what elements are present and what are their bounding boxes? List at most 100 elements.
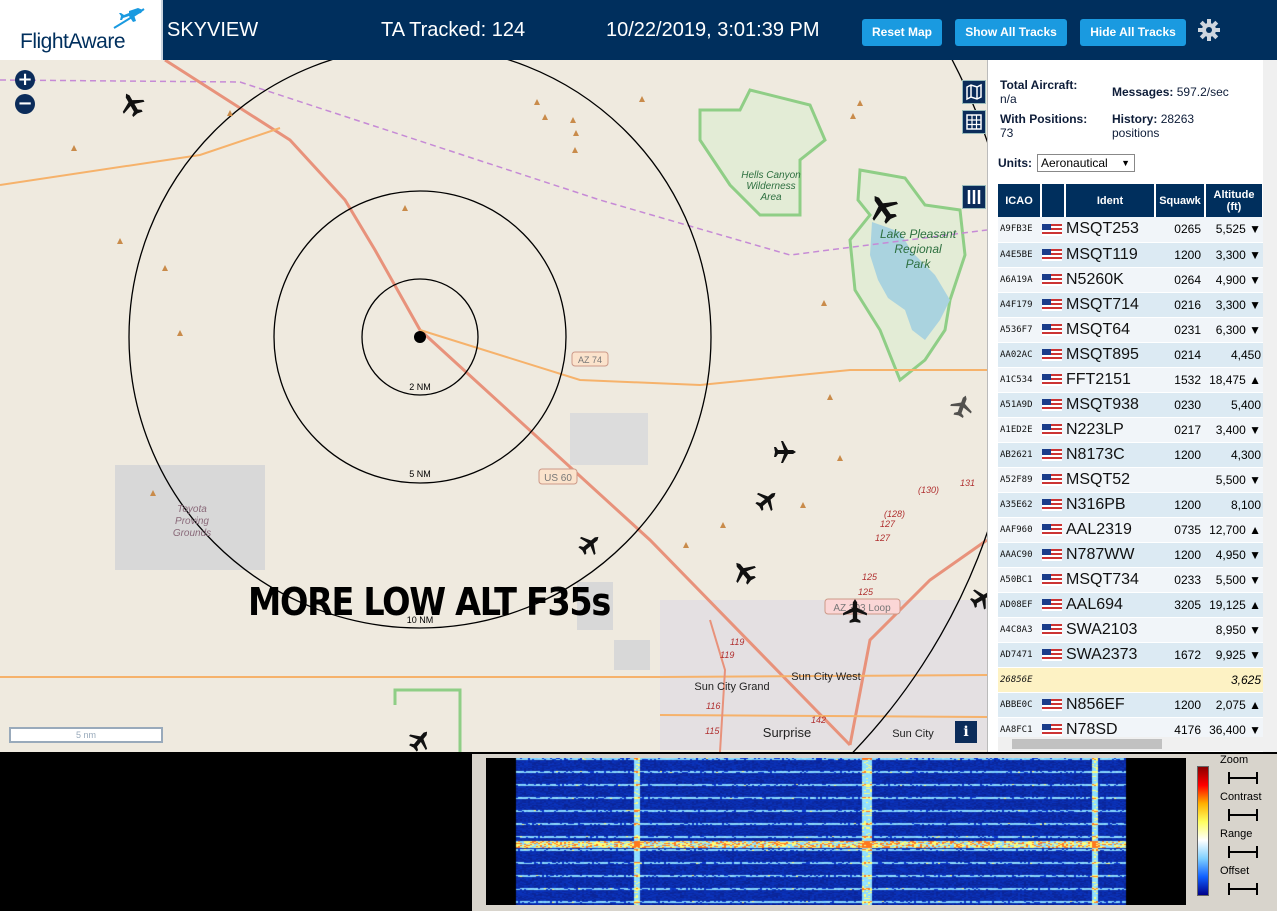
receiver-location <box>414 331 426 343</box>
ident-cell: MSQT64 <box>1065 317 1155 343</box>
flag-cell <box>1041 692 1065 718</box>
zoom-out-button[interactable]: − <box>15 94 35 114</box>
ident-cell <box>1065 667 1155 693</box>
icao-cell: A1ED2E <box>998 417 1041 443</box>
squawk-cell <box>1155 467 1205 493</box>
map-canvas[interactable]: 2 NM 5 NM 10 NM AZ 74 US 60 AZ 303 Loop … <box>0 60 987 752</box>
altitude-cell: 4,450 <box>1205 342 1263 368</box>
svg-text:US 60: US 60 <box>544 473 572 484</box>
squawk-cell: 1200 <box>1155 542 1205 568</box>
col-altitude[interactable]: Altitude (ft) <box>1205 184 1264 217</box>
us-flag-icon <box>1042 599 1062 612</box>
icao-cell: A4E5BE <box>998 242 1041 268</box>
icao-cell: A4C8A3 <box>998 617 1041 643</box>
svg-text:131: 131 <box>960 478 975 488</box>
datetime: 10/22/2019, 3:01:39 PM <box>606 19 820 41</box>
col-flag[interactable] <box>1041 184 1066 217</box>
squawk-cell: 1672 <box>1155 642 1205 668</box>
table-row[interactable]: AD7471 SWA2373 1672 9,925 ▼ <box>998 642 1263 668</box>
aircraft-icon[interactable] <box>947 391 977 421</box>
ident-cell: MSQT938 <box>1065 392 1155 418</box>
altitude-cell: 5,400 <box>1205 392 1263 418</box>
icao-cell: A9FB3E <box>998 217 1041 243</box>
zoom-slider[interactable] <box>1228 772 1258 784</box>
info-button[interactable]: i <box>955 721 977 743</box>
table-row[interactable]: AAF960 AAL2319 0735 12,700 ▲ <box>998 517 1263 543</box>
us-flag-icon <box>1042 224 1062 237</box>
flag-cell <box>1041 492 1065 518</box>
zoom-label: Zoom <box>1220 754 1249 766</box>
aircraft-panel: Total Aircraft: n/a With Positions: 73 Mes… <box>987 60 1277 752</box>
svg-text:Grounds: Grounds <box>173 528 211 539</box>
map-view[interactable]: 2 NM 5 NM 10 NM AZ 74 US 60 AZ 303 Loop … <box>0 60 987 752</box>
ident-cell: MSQT119 <box>1065 242 1155 268</box>
icao-cell: A52F89 <box>998 467 1041 493</box>
ident-cell: MSQT734 <box>1065 567 1155 593</box>
map-layers-icon[interactable] <box>962 80 986 104</box>
units-select[interactable]: Aeronautical ▼ <box>1037 154 1135 172</box>
aircraft-icon[interactable] <box>727 555 761 589</box>
aircraft-icon[interactable] <box>774 441 796 463</box>
icao-cell: 26856E <box>998 667 1041 693</box>
us-flag-icon <box>1042 274 1062 287</box>
urban-area <box>614 640 650 670</box>
table-row[interactable]: A35E62 N316PB 1200 8,100 <box>998 492 1263 518</box>
table-row[interactable]: A51A9D MSQT938 0230 5,400 <box>998 392 1263 418</box>
horizontal-scrollbar[interactable] <box>998 737 1263 751</box>
table-row[interactable]: 26856E 3,625 <box>998 667 1263 693</box>
svg-text:142: 142 <box>811 715 826 725</box>
total-aircraft: Total Aircraft: n/a <box>1000 78 1078 106</box>
table-row[interactable]: AB2621 N8173C 1200 4,300 <box>998 442 1263 468</box>
aircraft-icon[interactable] <box>574 528 606 560</box>
columns-icon[interactable] <box>962 185 986 209</box>
gear-icon[interactable] <box>1197 18 1221 42</box>
table-row[interactable]: ABBE0C N856EF 1200 2,075 ▲ <box>998 692 1263 718</box>
table-row[interactable]: AD08EF AAL694 3205 19,125 ▲ <box>998 592 1263 618</box>
col-ident[interactable]: Ident <box>1065 184 1156 217</box>
show-all-tracks-button[interactable]: Show All Tracks <box>955 19 1067 46</box>
range-label: Range <box>1220 828 1253 840</box>
squawk-cell: 0265 <box>1155 217 1205 243</box>
vertical-scrollbar[interactable] <box>1263 60 1277 752</box>
reset-map-button[interactable]: Reset Map <box>862 19 942 46</box>
us-flag-icon <box>1042 374 1062 387</box>
contrast-slider[interactable] <box>1228 809 1258 821</box>
table-row[interactable]: AA02AC MSQT895 0214 4,450 <box>998 342 1263 368</box>
flightaware-logo[interactable]: FlightAware <box>0 0 163 60</box>
table-row[interactable]: A1ED2E N223LP 0217 3,400 ▼ <box>998 417 1263 443</box>
table-row[interactable]: AAAC90 N787WW 1200 4,950 ▼ <box>998 542 1263 568</box>
table-row[interactable]: A4E5BE MSQT119 1200 3,300 ▼ <box>998 242 1263 268</box>
altitude-cell: 3,300 ▼ <box>1205 292 1263 318</box>
ident-cell: N8173C <box>1065 442 1155 468</box>
range-slider[interactable] <box>1228 846 1258 858</box>
hide-all-tracks-button[interactable]: Hide All Tracks <box>1080 19 1186 46</box>
col-icao[interactable]: ICAO <box>998 184 1042 217</box>
aircraft-icon[interactable] <box>115 87 149 121</box>
zoom-in-button[interactable]: + <box>15 70 35 90</box>
flag-cell <box>1041 417 1065 443</box>
park-boundary <box>393 688 462 752</box>
aircraft-icon[interactable] <box>751 484 783 516</box>
offset-slider[interactable] <box>1228 883 1258 895</box>
table-row[interactable]: A50BC1 MSQT734 0233 5,500 ▼ <box>998 567 1263 593</box>
ident-cell: N856EF <box>1065 692 1155 718</box>
aircraft-icon[interactable] <box>404 724 436 752</box>
icao-cell: A6A19A <box>998 267 1041 293</box>
table-row[interactable]: A536F7 MSQT64 0231 6,300 ▼ <box>998 317 1263 343</box>
flag-cell <box>1041 467 1065 493</box>
svg-text:AZ 74: AZ 74 <box>578 355 602 365</box>
svg-text:Sun City Grand: Sun City Grand <box>694 681 769 693</box>
altitude-cell: 19,125 ▲ <box>1205 592 1263 618</box>
table-row[interactable]: A1C534 FFT2151 1532 18,475 ▲ <box>998 367 1263 393</box>
table-row[interactable]: A4F179 MSQT714 0216 3,300 ▼ <box>998 292 1263 318</box>
logo-text: FlightAware <box>20 30 126 53</box>
table-row[interactable]: A52F89 MSQT52 5,500 ▼ <box>998 467 1263 493</box>
grid-icon[interactable] <box>962 110 986 134</box>
squawk-cell: 1200 <box>1155 492 1205 518</box>
table-row[interactable]: A6A19A N5260K 0264 4,900 ▼ <box>998 267 1263 293</box>
col-squawk[interactable]: Squawk <box>1155 184 1206 217</box>
table-row[interactable]: A4C8A3 SWA2103 8,950 ▼ <box>998 617 1263 643</box>
table-row[interactable]: A9FB3E MSQT253 0265 5,525 ▼ <box>998 217 1263 243</box>
ident-cell: MSQT253 <box>1065 217 1155 243</box>
boundary-line <box>0 79 987 256</box>
